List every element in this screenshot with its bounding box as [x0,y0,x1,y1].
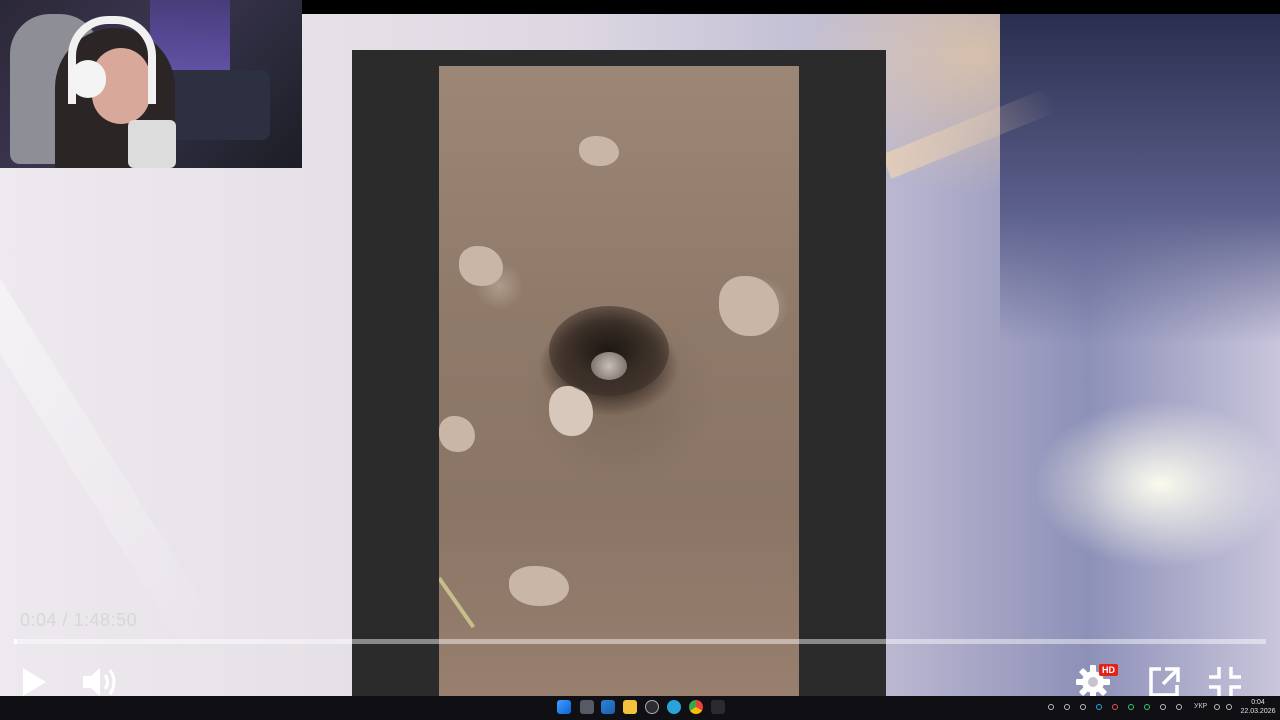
file-explorer-icon[interactable] [623,700,637,714]
play-icon [23,668,46,696]
tray-icon[interactable] [1112,704,1118,710]
telegram-icon[interactable] [667,700,681,714]
soil-clump [719,276,779,336]
time-display: 0:04 / 1:48:50 [20,610,138,630]
video-player[interactable]: 0:04 / 1:48:50 HD [0,0,1280,696]
webcam-overlay [0,0,302,168]
exit-fullscreen-icon [1209,667,1241,696]
headphone-earcup [70,60,106,98]
settings-button[interactable]: HD [1070,662,1118,696]
exit-fullscreen-button[interactable] [1206,664,1244,696]
microphone [128,120,176,168]
clock-app-icon[interactable] [645,700,659,714]
tray-icon[interactable] [1048,704,1054,710]
windows-taskbar: УКР [0,696,1280,720]
tray-icon[interactable] [1064,704,1070,710]
volume-button[interactable] [78,664,122,696]
grass-sprout [439,576,476,629]
taskbar-clock[interactable]: 0:04 22.03.2026 [1236,698,1280,716]
volume-icon [83,668,116,696]
progress-bar-fill [14,639,18,644]
task-view-icon[interactable] [580,700,594,714]
windows-start-icon[interactable] [557,700,571,714]
spider-burrow-photo [439,66,799,696]
stone [549,386,593,436]
microphone-tray-icon[interactable] [1176,704,1182,710]
background-city-night [1000,14,1280,344]
burrow-hole [549,306,669,396]
display-icon[interactable] [1214,704,1220,710]
tray-icon[interactable] [1144,704,1150,710]
popout-button[interactable] [1146,664,1184,696]
soil-clump [579,136,619,166]
external-link-icon [1149,667,1180,696]
clock-time: 0:04 [1251,699,1265,706]
telegram-tray-icon[interactable] [1096,704,1102,710]
chrome-icon[interactable] [689,700,703,714]
tray-icon[interactable] [1128,704,1134,710]
soil-clump [439,416,475,452]
tray-icon[interactable] [1160,704,1166,710]
widgets-icon[interactable] [601,700,615,714]
spider [591,352,627,380]
hd-badge: HD [1099,664,1118,676]
volume-tray-icon[interactable] [1226,704,1232,710]
play-button[interactable] [16,664,52,696]
microphone-icon[interactable] [711,700,725,714]
tray-icon[interactable] [1080,704,1086,710]
soil-clump [459,246,503,286]
clock-date: 22.03.2026 [1240,708,1276,715]
progress-bar[interactable] [14,639,1266,644]
language-indicator[interactable]: УКР [1194,700,1207,714]
soil-clump [509,566,569,606]
